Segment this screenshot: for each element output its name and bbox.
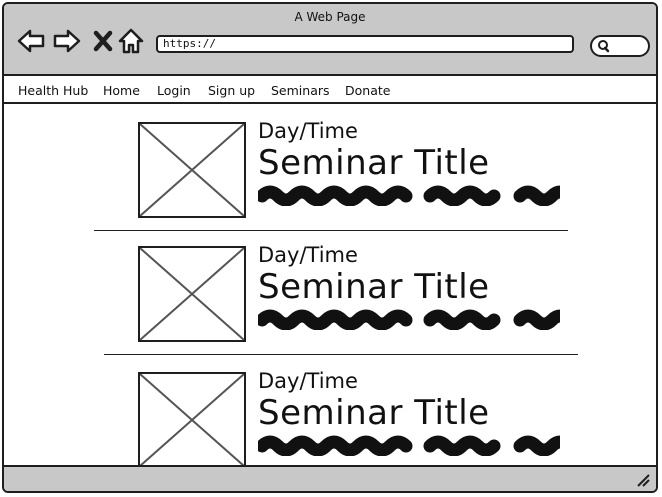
status-bar <box>4 465 656 491</box>
nav-seminars[interactable]: Seminars <box>271 83 330 98</box>
seminar-image <box>138 246 246 342</box>
seminar-image <box>138 122 246 218</box>
nav-home[interactable]: Home <box>103 83 140 98</box>
image-placeholder-icon <box>140 124 244 216</box>
browser-window: A Web Page https:// Health Hub Home Logi… <box>2 2 658 493</box>
seminar-list: Day/Time Seminar Title Day/Time Seminar … <box>4 104 656 469</box>
back-button[interactable] <box>16 26 46 56</box>
window-title: A Web Page <box>294 10 366 24</box>
home-button[interactable] <box>116 26 146 56</box>
nav-donate[interactable]: Donate <box>345 83 390 98</box>
divider <box>104 354 578 355</box>
home-icon <box>118 28 144 54</box>
divider <box>94 230 568 231</box>
forward-button[interactable] <box>52 26 82 56</box>
nav-login[interactable]: Login <box>157 83 191 98</box>
seminar-title: Seminar Title <box>258 143 490 183</box>
seminar-card[interactable]: Day/Time Seminar Title <box>4 119 656 240</box>
seminar-card[interactable]: Day/Time Seminar Title <box>4 243 656 364</box>
search-icon <box>598 40 610 53</box>
arrow-right-icon <box>53 29 81 53</box>
seminar-daytime: Day/Time <box>258 369 358 393</box>
seminar-description <box>258 308 560 330</box>
seminar-image <box>138 372 246 468</box>
seminar-description <box>258 184 560 206</box>
seminar-daytime: Day/Time <box>258 243 358 267</box>
seminar-daytime: Day/Time <box>258 119 358 143</box>
site-nav: Health Hub Home Login Sign up Seminars D… <box>4 76 656 104</box>
arrow-left-icon <box>17 29 45 53</box>
seminar-card[interactable]: Day/Time Seminar Title <box>4 369 656 469</box>
url-input[interactable]: https:// <box>156 35 574 53</box>
nav-health-hub[interactable]: Health Hub <box>18 83 88 98</box>
seminar-title: Seminar Title <box>258 267 490 307</box>
seminar-description <box>258 434 560 456</box>
search-box[interactable] <box>590 35 650 57</box>
seminar-title: Seminar Title <box>258 393 490 433</box>
browser-toolbar: A Web Page https:// <box>4 4 656 76</box>
resize-handle-icon[interactable] <box>636 473 650 487</box>
image-placeholder-icon <box>140 374 244 466</box>
image-placeholder-icon <box>140 248 244 340</box>
nav-sign-up[interactable]: Sign up <box>208 83 255 98</box>
